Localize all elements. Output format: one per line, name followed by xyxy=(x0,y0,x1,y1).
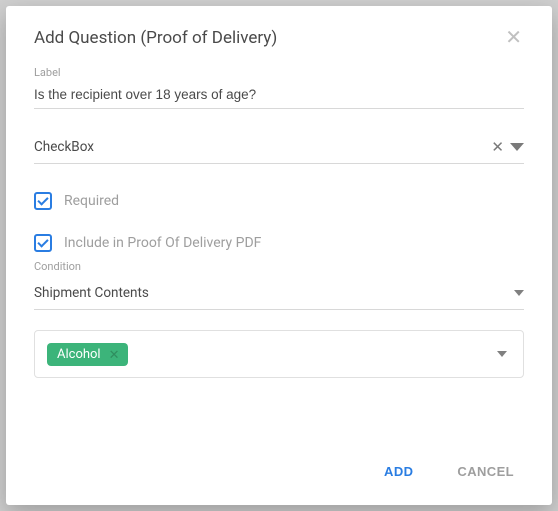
add-button[interactable]: ADD xyxy=(380,458,417,485)
condition-field: Condition Shipment Contents xyxy=(34,260,524,310)
label-field: Label xyxy=(34,66,524,109)
condition-caption: Condition xyxy=(34,260,524,273)
question-type-value: CheckBox xyxy=(34,139,491,155)
required-row: Required xyxy=(34,192,524,210)
question-type-select[interactable]: CheckBox ✕ xyxy=(34,131,524,164)
include-pdf-row: Include in Proof Of Delivery PDF xyxy=(34,234,524,252)
modal-title: Add Question (Proof of Delivery) xyxy=(34,28,277,48)
tag-alcohol: Alcohol ✕ xyxy=(47,343,128,366)
include-pdf-checkbox[interactable] xyxy=(34,234,52,252)
chevron-down-icon[interactable] xyxy=(510,143,524,151)
clear-type-icon[interactable]: ✕ xyxy=(491,140,504,155)
modal-footer: ADD CANCEL xyxy=(34,440,524,485)
cancel-button[interactable]: CANCEL xyxy=(453,458,518,485)
remove-tag-icon[interactable]: ✕ xyxy=(109,348,120,361)
required-checkbox[interactable] xyxy=(34,192,52,210)
modal-header: Add Question (Proof of Delivery) ✕ xyxy=(34,28,524,48)
tag-label: Alcohol xyxy=(57,347,101,362)
close-icon[interactable]: ✕ xyxy=(503,28,524,48)
chevron-down-icon[interactable] xyxy=(514,290,524,296)
condition-tag-picker[interactable]: Alcohol ✕ xyxy=(34,330,524,378)
check-icon xyxy=(37,194,48,205)
add-question-modal: Add Question (Proof of Delivery) ✕ Label… xyxy=(6,6,552,505)
label-caption: Label xyxy=(34,66,524,79)
condition-value: Shipment Contents xyxy=(34,285,514,301)
chevron-down-icon[interactable] xyxy=(497,351,507,357)
check-icon xyxy=(37,236,48,247)
required-label: Required xyxy=(64,193,119,209)
label-input[interactable] xyxy=(34,83,524,109)
condition-select[interactable]: Shipment Contents xyxy=(34,277,524,310)
include-pdf-label: Include in Proof Of Delivery PDF xyxy=(64,235,261,251)
